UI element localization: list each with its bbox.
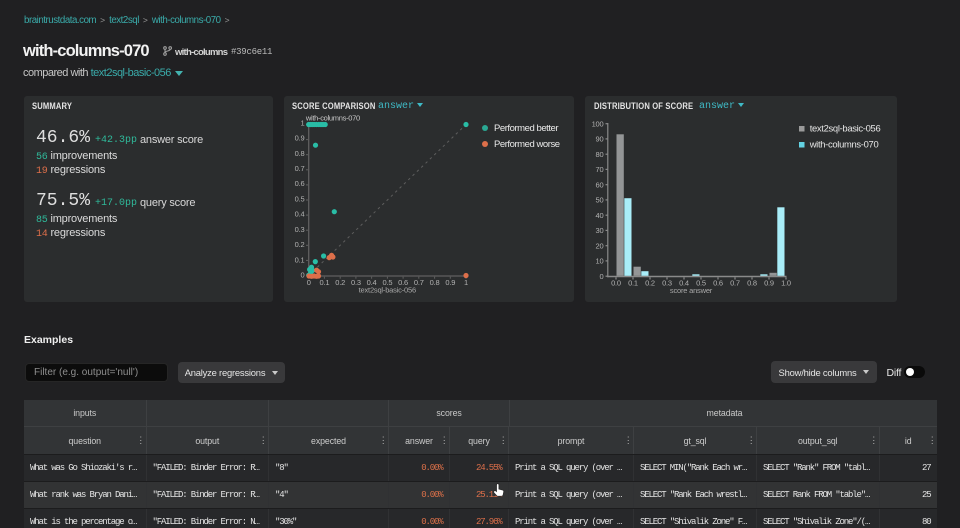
- svg-text:0.7: 0.7: [294, 164, 304, 173]
- svg-text:text2sql-basic-056: text2sql-basic-056: [809, 123, 880, 134]
- svg-text:40: 40: [595, 211, 603, 220]
- svg-text:0: 0: [599, 272, 603, 281]
- svg-text:0: 0: [300, 271, 304, 280]
- svg-text:0.3: 0.3: [294, 225, 304, 234]
- svg-text:0.1: 0.1: [319, 278, 329, 287]
- svg-text:70: 70: [595, 165, 603, 174]
- svg-text:0.7: 0.7: [730, 279, 740, 288]
- svg-text:0.9: 0.9: [294, 134, 304, 143]
- svg-text:20: 20: [595, 241, 603, 250]
- svg-text:0.8: 0.8: [747, 279, 757, 288]
- svg-text:0.2: 0.2: [294, 240, 304, 249]
- svg-text:0.4: 0.4: [294, 210, 304, 219]
- svg-text:30: 30: [595, 226, 603, 235]
- svg-text:50: 50: [595, 196, 603, 205]
- svg-text:0.1: 0.1: [294, 256, 304, 265]
- svg-text:text2sql-basic-056: text2sql-basic-056: [358, 286, 415, 295]
- svg-text:0.6: 0.6: [713, 279, 723, 288]
- svg-text:100: 100: [591, 119, 603, 128]
- svg-text:with-columns-070: with-columns-070: [304, 113, 359, 122]
- svg-text:0.9: 0.9: [445, 278, 455, 287]
- svg-text:1: 1: [464, 278, 468, 287]
- svg-text:0.2: 0.2: [645, 279, 655, 288]
- svg-text:0.5: 0.5: [294, 195, 304, 204]
- svg-text:0.6: 0.6: [294, 179, 304, 188]
- svg-text:1: 1: [300, 118, 304, 127]
- svg-text:60: 60: [595, 180, 603, 189]
- svg-text:0: 0: [306, 278, 310, 287]
- svg-text:0.8: 0.8: [429, 278, 439, 287]
- svg-text:10: 10: [595, 257, 603, 266]
- svg-text:0.1: 0.1: [628, 279, 638, 288]
- svg-text:0.9: 0.9: [764, 279, 774, 288]
- svg-text:80: 80: [595, 150, 603, 159]
- svg-text:0.0: 0.0: [611, 279, 621, 288]
- svg-text:90: 90: [595, 135, 603, 144]
- svg-text:0.8: 0.8: [294, 149, 304, 158]
- svg-text:score answer: score answer: [669, 286, 712, 295]
- svg-text:Performed worse: Performed worse: [494, 139, 560, 150]
- svg-text:0.2: 0.2: [335, 278, 345, 287]
- svg-text:with-columns-070: with-columns-070: [808, 139, 878, 150]
- svg-text:Performed better: Performed better: [494, 123, 558, 134]
- svg-text:1.0: 1.0: [781, 279, 791, 288]
